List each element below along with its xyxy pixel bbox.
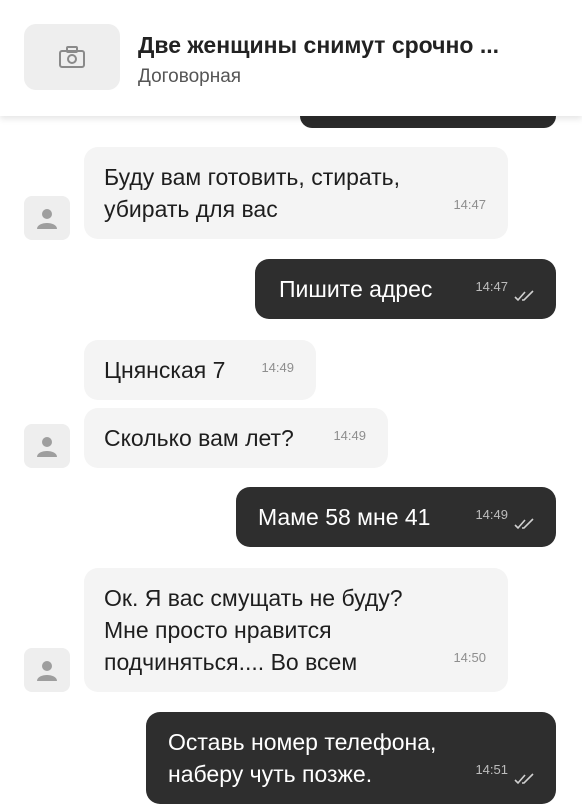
incoming-message: Цнянская 7 14:49 <box>84 340 316 400</box>
double-check-icon <box>514 773 534 785</box>
avatar[interactable] <box>24 648 70 692</box>
chat-header[interactable]: Две женщины снимут срочно ... Договорная <box>0 0 582 116</box>
outgoing-message: Пишите адрес 14:47 <box>255 259 556 319</box>
listing-thumbnail[interactable] <box>24 24 120 90</box>
listing-title[interactable]: Две женщины снимут срочно ... <box>138 32 499 59</box>
message-text: Мне просто нравится <box>104 617 332 643</box>
listing-price: Договорная <box>138 66 242 87</box>
double-check-icon <box>514 518 534 530</box>
incoming-message: Сколько вам лет? 14:49 <box>84 408 388 468</box>
message-time: 14:49 <box>333 428 366 443</box>
user-icon <box>37 209 57 229</box>
message-time: 14:50 <box>453 650 486 665</box>
user-icon <box>37 437 57 457</box>
incoming-message: Ок. Я вас смущать не буду? Мне просто нр… <box>84 568 508 692</box>
message-time: 14:47 <box>453 197 486 212</box>
message-text: Буду вам готовить, стирать, <box>104 164 401 190</box>
incoming-message: Буду вам готовить, стирать, убирать для … <box>84 147 508 239</box>
avatar[interactable] <box>24 196 70 240</box>
avatar[interactable] <box>24 424 70 468</box>
message-text: подчиняться.... Во всем <box>104 649 358 675</box>
user-icon <box>37 661 57 681</box>
message-text: Ок. Я вас смущать не буду? <box>104 585 403 611</box>
message-text: убирать для вас <box>104 196 278 222</box>
message-time: 14:51 <box>475 762 508 777</box>
double-check-icon <box>514 290 534 302</box>
camera-icon <box>59 46 85 68</box>
outgoing-message: Оставь номер телефона, наберу чуть позже… <box>146 712 556 804</box>
outgoing-message: Маме 58 мне 41 14:49 <box>236 487 556 547</box>
message-time: 14:49 <box>475 507 508 522</box>
message-time: 14:49 <box>261 360 294 375</box>
message-time: 14:47 <box>475 279 508 294</box>
message-text: Сколько вам лет? <box>104 425 294 451</box>
